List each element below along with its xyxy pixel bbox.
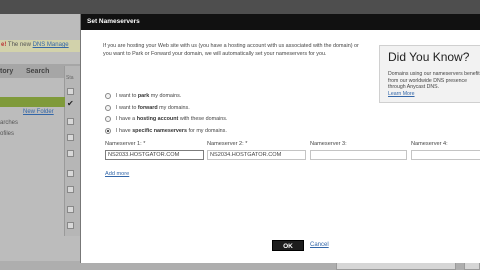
option-forward[interactable]: I want to forward my domains. [105, 104, 190, 112]
nameserver-1-input[interactable]: NS2033.HOSTGATOR.COM [105, 150, 204, 160]
notice-bar: e! The new DNS Manage [0, 40, 80, 52]
did-you-know-body: Domains using our nameservers benefit fr… [388, 71, 480, 97]
nameserver-3-input[interactable] [310, 150, 407, 160]
tab-directory[interactable]: tory [0, 68, 13, 75]
radio-hosting[interactable] [105, 116, 111, 122]
nameserver-3-label: Nameserver 3: [310, 141, 347, 147]
bottom-panel-edge [464, 262, 480, 270]
option-specific-nameservers[interactable]: I have specific nameservers for my domai… [105, 127, 227, 135]
nameserver-4-input[interactable] [411, 150, 480, 160]
radio-park[interactable] [105, 93, 111, 99]
did-you-know-text: Domains using our nameservers benefit fr… [388, 71, 480, 91]
option-label: I have a hosting account with these doma… [116, 116, 228, 122]
row-checkbox[interactable] [67, 88, 74, 95]
learn-more-link[interactable]: Learn More [388, 91, 415, 97]
nameserver-2-label: Nameserver 2: * [207, 141, 248, 147]
option-label: I want to forward my domains. [116, 105, 190, 111]
sidebar-item-profiles[interactable]: ofiles [0, 131, 14, 137]
radio-forward[interactable] [105, 105, 111, 111]
dialog-title: Set Nameservers [87, 18, 140, 25]
sidebar-selected-row[interactable] [0, 97, 65, 107]
sidebar-item-searches[interactable]: arches [0, 120, 18, 126]
tab-search[interactable]: Search [26, 68, 49, 75]
row-checkbox[interactable] [67, 150, 74, 157]
did-you-know-title: Did You Know? [388, 50, 470, 64]
column-header-status: Sta [66, 75, 74, 81]
check-icon: ✔ [67, 99, 74, 108]
row-checkbox[interactable] [67, 206, 74, 213]
row-checkbox[interactable] [67, 118, 74, 125]
dns-manager-link[interactable]: DNS Manage [33, 42, 69, 48]
row-checkbox[interactable] [67, 222, 74, 229]
row-checkbox[interactable] [67, 134, 74, 141]
nameserver-2-input[interactable]: NS2034.HOSTGATOR.COM [207, 150, 306, 160]
intro-text: If you are hosting your Web site with us… [103, 43, 359, 57]
cancel-link[interactable]: Cancel [310, 242, 329, 248]
dialog-header: Set Nameservers [81, 14, 480, 30]
add-more-link[interactable]: Add more [105, 171, 129, 177]
row-checkbox[interactable] [67, 170, 74, 177]
option-park[interactable]: I want to park my domains. [105, 92, 181, 100]
did-you-know-panel: Did You Know? Domains using our nameserv… [379, 45, 480, 103]
bottom-panel [336, 262, 456, 270]
option-label: I want to park my domains. [116, 93, 182, 99]
new-folder-link[interactable]: New Folder [23, 109, 54, 115]
notice-middle: The new [6, 42, 33, 48]
ok-button[interactable]: OK [272, 240, 304, 251]
radio-specific-nameservers[interactable] [105, 128, 111, 134]
notice-text: e! The new DNS Manage [1, 42, 69, 48]
option-hosting[interactable]: I have a hosting account with these doma… [105, 115, 227, 123]
top-bar [0, 0, 480, 14]
row-checkbox[interactable] [67, 186, 74, 193]
nameserver-1-label: Nameserver 1: * [105, 141, 146, 147]
nameserver-4-label: Nameserver 4: [411, 141, 448, 147]
set-nameservers-dialog: Set Nameservers If you are hosting your … [80, 14, 480, 263]
option-label: I have specific nameservers for my domai… [116, 128, 227, 134]
